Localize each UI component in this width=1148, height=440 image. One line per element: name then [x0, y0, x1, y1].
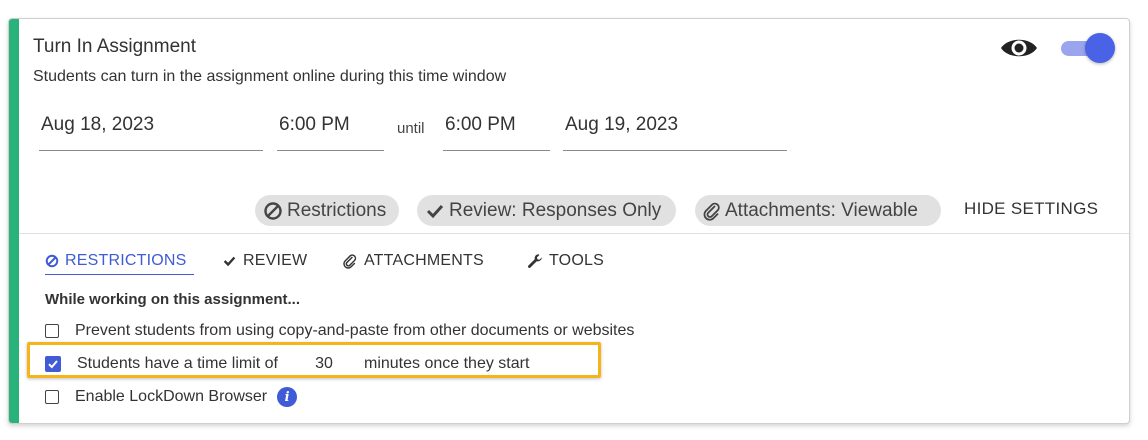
tab-attachments-label: ATTACHMENTS [364, 252, 484, 269]
prevent-copy-paste-option[interactable]: Prevent students from using copy-and-pas… [45, 322, 634, 340]
until-label: until [397, 120, 425, 137]
time-limit-label-before: Students have a time limit of [77, 355, 278, 372]
paperclip-icon [703, 202, 720, 221]
review-chip[interactable]: Review: Responses Only [417, 195, 676, 226]
check-icon [426, 204, 444, 218]
tab-tools[interactable]: TOOLS [527, 249, 604, 273]
eye-icon[interactable] [999, 33, 1039, 63]
time-limit-option[interactable]: Students have a time limit of 30 minutes… [45, 355, 529, 373]
start-time-input[interactable]: 6:00 PM [277, 109, 384, 151]
checkmark-icon [48, 360, 58, 369]
review-chip-label: Review: Responses Only [449, 200, 662, 221]
assignment-settings-card: Turn In Assignment Students can turn in … [8, 18, 1130, 424]
info-icon[interactable]: i [277, 387, 298, 407]
card-subtitle: Students can turn in the assignment onli… [33, 68, 507, 85]
attachments-chip-label: Attachments: Viewable [725, 200, 918, 221]
tab-review[interactable]: REVIEW [222, 249, 307, 273]
tab-restrictions-label: RESTRICTIONS [65, 252, 187, 269]
restrictions-chip-label: Restrictions [287, 200, 387, 221]
section-divider [19, 233, 1129, 234]
attachments-chip[interactable]: Attachments: Viewable [695, 195, 941, 226]
lockdown-label: Enable LockDown Browser [75, 388, 268, 405]
active-tab-underline [45, 274, 194, 275]
ban-icon [45, 254, 59, 268]
lockdown-option[interactable]: Enable LockDown Browser i [45, 387, 298, 407]
tab-restrictions[interactable]: RESTRICTIONS [45, 249, 187, 273]
end-time-input[interactable]: 6:00 PM [443, 109, 550, 151]
enable-toggle[interactable] [1059, 33, 1115, 63]
accent-bar [9, 19, 19, 423]
paperclip-icon [343, 254, 357, 269]
restrictions-heading: While working on this assignment... [45, 291, 301, 308]
time-limit-minutes-input[interactable]: 30 [298, 355, 350, 373]
tab-attachments[interactable]: ATTACHMENTS [342, 249, 484, 273]
wrench-icon [528, 254, 542, 268]
start-date-input[interactable]: Aug 18, 2023 [39, 109, 263, 151]
end-date-input[interactable]: Aug 19, 2023 [563, 109, 787, 151]
prevent-copy-paste-label: Prevent students from using copy-and-pas… [75, 322, 635, 339]
time-limit-checkbox[interactable] [45, 356, 61, 372]
prevent-copy-paste-checkbox[interactable] [45, 324, 59, 338]
time-limit-label-after: minutes once they start [363, 355, 530, 372]
tab-review-label: REVIEW [243, 252, 308, 269]
check-icon [223, 256, 236, 267]
lockdown-checkbox[interactable] [45, 390, 59, 404]
ban-icon [264, 201, 282, 220]
restrictions-chip[interactable]: Restrictions [255, 195, 399, 226]
hide-settings-button[interactable]: HIDE SETTINGS [964, 199, 1098, 219]
tab-tools-label: TOOLS [549, 252, 604, 269]
toggle-knob [1085, 33, 1115, 63]
card-title: Turn In Assignment [33, 36, 196, 57]
